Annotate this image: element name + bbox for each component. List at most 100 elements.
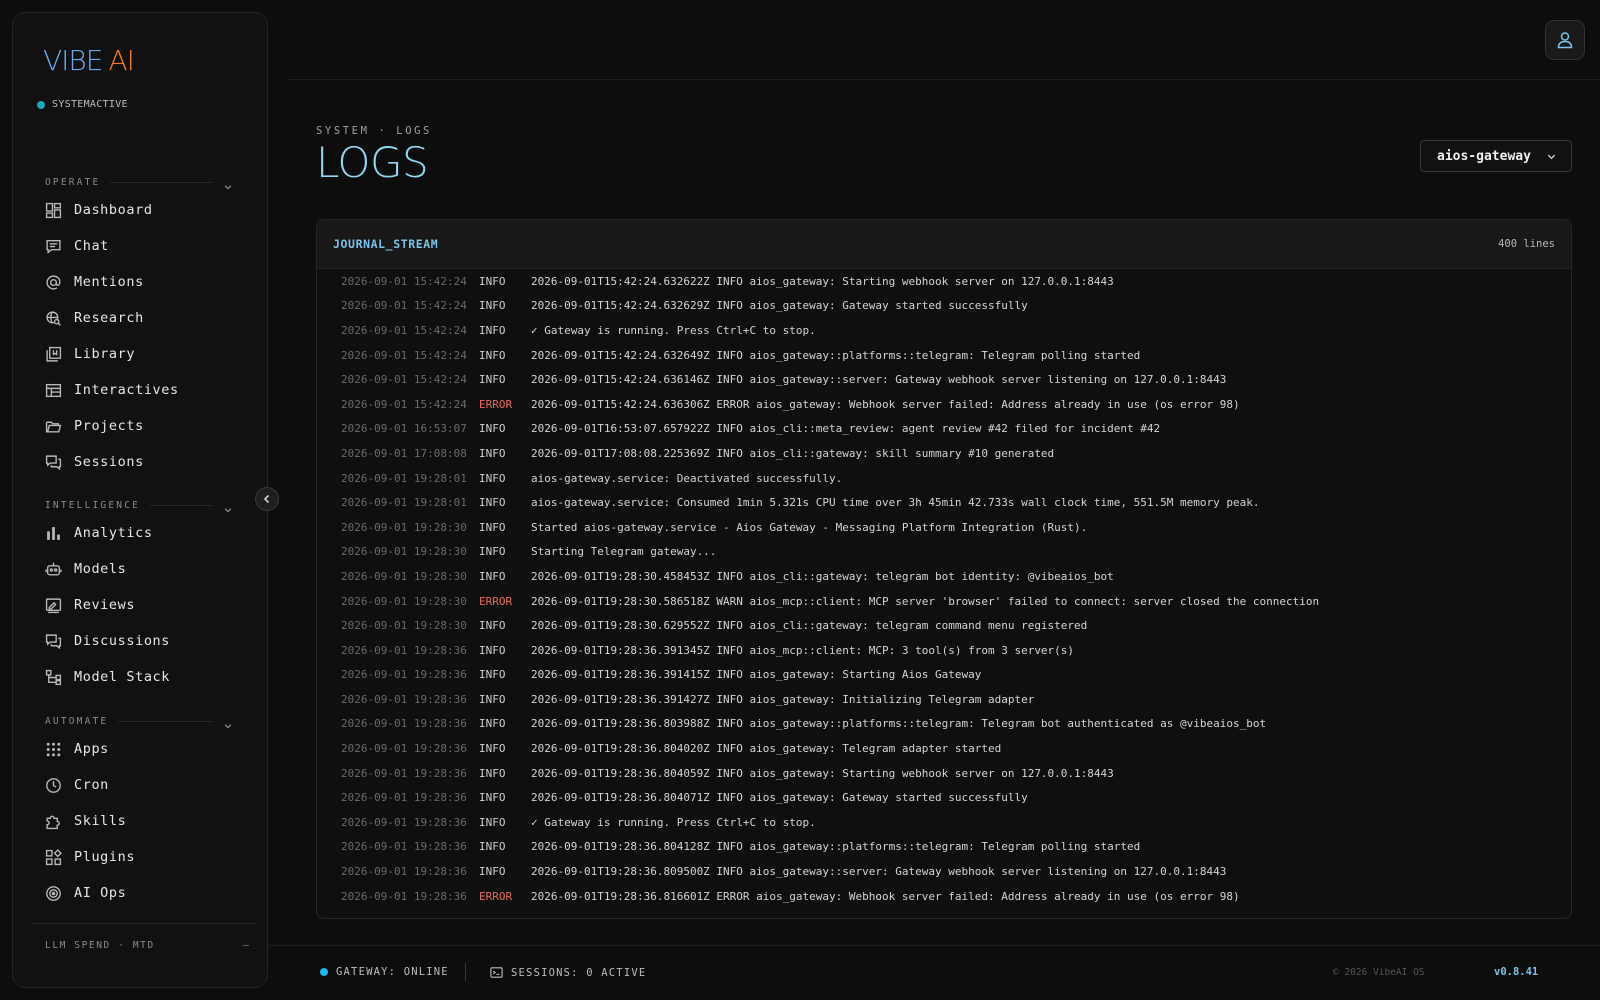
log-level: INFO [479, 446, 506, 460]
section-header-intelligence[interactable]: INTELLIGENCE [45, 498, 233, 513]
sidebar-item-apps[interactable]: Apps [45, 734, 245, 764]
log-row: 2026-09-01 19:28:36 INFO 2026-09-01T19:28:… [317, 712, 1571, 737]
sidebar-item-sessions[interactable]: Sessions [45, 447, 245, 477]
sidebar-item-chat[interactable]: Chat [45, 231, 245, 261]
sidebar-item-label: Dashboard [74, 202, 153, 218]
log-row: 2026-09-01 19:28:36 INFO 2026-09-01T19:28:… [317, 687, 1571, 712]
sidebar-item-label: Analytics [74, 525, 153, 541]
log-message: 2026-09-01T15:42:24.632622Z INFO aios_ga… [531, 274, 1114, 288]
log-timestamp: 2026-09-01 16:53:07 [341, 422, 467, 436]
sidebar-item-model-stack[interactable]: Model Stack [45, 662, 245, 692]
log-level: ERROR [479, 397, 513, 411]
log-message: aios-gateway.service: Deactivated succes… [531, 471, 843, 485]
log-row: 2026-09-01 15:42:24 INFO 2026-09-01T15:42:… [317, 343, 1571, 368]
sidebar-item-analytics[interactable]: Analytics [45, 518, 245, 548]
log-message: 2026-09-01T19:28:36.809500Z INFO aios_ga… [531, 865, 1227, 879]
log-timestamp: 2026-09-01 15:42:24 [341, 348, 467, 362]
journal-header: JOURNAL_STREAM 400 lines [317, 220, 1571, 269]
section-label: OPERATE [45, 176, 101, 188]
log-message: 2026-09-01T15:42:24.636146Z INFO aios_ga… [531, 373, 1227, 387]
log-row: 2026-09-01 15:42:24 INFO ✓ Gateway is runn… [317, 318, 1571, 343]
log-level: INFO [479, 815, 506, 829]
sidebar-item-projects[interactable]: Projects [45, 411, 245, 441]
log-row: 2026-09-01 19:28:36 INFO 2026-09-01T19:28:… [317, 859, 1571, 884]
brand-logo[interactable]: VIBE AI [43, 44, 135, 77]
log-level: INFO [479, 643, 506, 657]
section-header-operate[interactable]: OPERATE [45, 175, 233, 190]
log-timestamp: 2026-09-01 15:42:24 [341, 373, 467, 387]
log-level: INFO [479, 668, 506, 682]
log-row: 2026-09-01 19:28:36 INFO 2026-09-01T19:28:… [317, 736, 1571, 761]
log-message: Starting Telegram gateway... [531, 545, 717, 559]
sidebar-item-dashboard[interactable]: Dashboard [45, 195, 245, 225]
sidebar-item-skills[interactable]: Skills [45, 806, 245, 836]
collapse-sidebar-button[interactable] [255, 487, 279, 511]
log-row: 2026-09-01 19:28:30 ERROR 2026-09-01T19:28… [317, 589, 1571, 614]
log-level: INFO [479, 545, 506, 559]
section-header-automate[interactable]: AUTOMATE [45, 714, 233, 729]
chevron-down-icon [223, 500, 233, 513]
clock-icon [45, 777, 62, 794]
log-message: ✓ Gateway is running. Press Ctrl+C to st… [531, 323, 816, 337]
plugins-icon [45, 848, 62, 866]
sidebar-item-research[interactable]: Research [45, 303, 245, 333]
chevron-down-icon [223, 716, 233, 729]
log-level: ERROR [479, 594, 513, 608]
log-level: INFO [479, 471, 506, 485]
log-message: aios-gateway.service: Consumed 1min 5.32… [531, 496, 1260, 510]
service-select[interactable]: aios-gateway [1420, 140, 1572, 172]
chevron-down-icon [1547, 154, 1556, 159]
log-timestamp: 2026-09-01 19:28:36 [341, 791, 467, 805]
layout-icon [45, 382, 62, 399]
sidebar-item-ai-ops[interactable]: AI Ops [45, 878, 245, 908]
sidebar-item-label: Sessions [74, 454, 144, 470]
sidebar-item-label: Interactives [74, 382, 179, 398]
status-dot-icon [37, 100, 45, 109]
sidebar-item-library[interactable]: Library [45, 339, 245, 369]
sidebar-item-mentions[interactable]: Mentions [45, 267, 245, 297]
sidebar-item-label: AI Ops [74, 885, 127, 901]
log-level: INFO [479, 742, 506, 756]
sidebar-item-models[interactable]: Models [45, 554, 245, 584]
sidebar-item-cron[interactable]: Cron [45, 770, 245, 800]
llm-spend: LLM SPEND · MTD — [33, 923, 257, 951]
log-timestamp: 2026-09-01 19:28:36 [341, 668, 467, 682]
sidebar-item-plugins[interactable]: Plugins [45, 842, 245, 872]
stack-icon [45, 669, 62, 686]
chevron-left-icon [263, 494, 270, 504]
log-row: 2026-09-01 19:28:01 INFO aios-gateway.serv… [317, 466, 1571, 491]
at-sign-icon [45, 274, 62, 291]
log-row: 2026-09-01 19:28:36 INFO 2026-09-01T19:28:… [317, 638, 1571, 663]
sidebar-item-reviews[interactable]: Reviews [45, 590, 245, 620]
log-message: 2026-09-01T19:28:36.391345Z INFO aios_mc… [531, 643, 1075, 657]
sidebar-item-discussions[interactable]: Discussions [45, 626, 245, 656]
system-status: SYSTEMACTIVE [37, 99, 128, 110]
log-timestamp: 2026-09-01 19:28:01 [341, 471, 467, 485]
apps-grid-icon [45, 741, 62, 758]
section-divider [110, 181, 213, 183]
user-menu-button[interactable] [1545, 20, 1585, 60]
log-timestamp: 2026-09-01 19:28:36 [341, 815, 467, 829]
folder-icon [45, 418, 62, 435]
log-row: 2026-09-01 19:28:36 INFO 2026-09-01T19:28:… [317, 663, 1571, 688]
top-bar [288, 0, 1600, 80]
research-icon [45, 310, 62, 327]
sidebar-item-label: Library [74, 346, 136, 362]
log-message: 2026-09-01T19:28:36.391427Z INFO aios_ga… [531, 692, 1035, 706]
log-list[interactable]: 2026-09-01 15:42:24 INFO 2026-09-01T15:42:… [317, 269, 1571, 908]
log-level: INFO [479, 717, 506, 731]
log-message: 2026-09-01T15:42:24.632649Z INFO aios_ga… [531, 348, 1141, 362]
log-message: 2026-09-01T19:28:30.458453Z INFO aios_cl… [531, 569, 1114, 583]
sidebar-item-interactives[interactable]: Interactives [45, 375, 245, 405]
log-timestamp: 2026-09-01 17:08:08 [341, 446, 467, 460]
log-timestamp: 2026-09-01 19:28:36 [341, 766, 467, 780]
puzzle-icon [45, 813, 62, 830]
system-status-label: SYSTEMACTIVE [52, 99, 128, 110]
sidebar-item-label: Discussions [74, 633, 171, 649]
sessions-icon [45, 454, 62, 471]
logo-accent-text: AI [108, 44, 134, 77]
review-icon [45, 597, 62, 614]
log-row: 2026-09-01 19:28:30 INFO Started aios-gate… [317, 515, 1571, 540]
log-timestamp: 2026-09-01 19:28:01 [341, 496, 467, 510]
log-timestamp: 2026-09-01 19:28:30 [341, 520, 467, 534]
